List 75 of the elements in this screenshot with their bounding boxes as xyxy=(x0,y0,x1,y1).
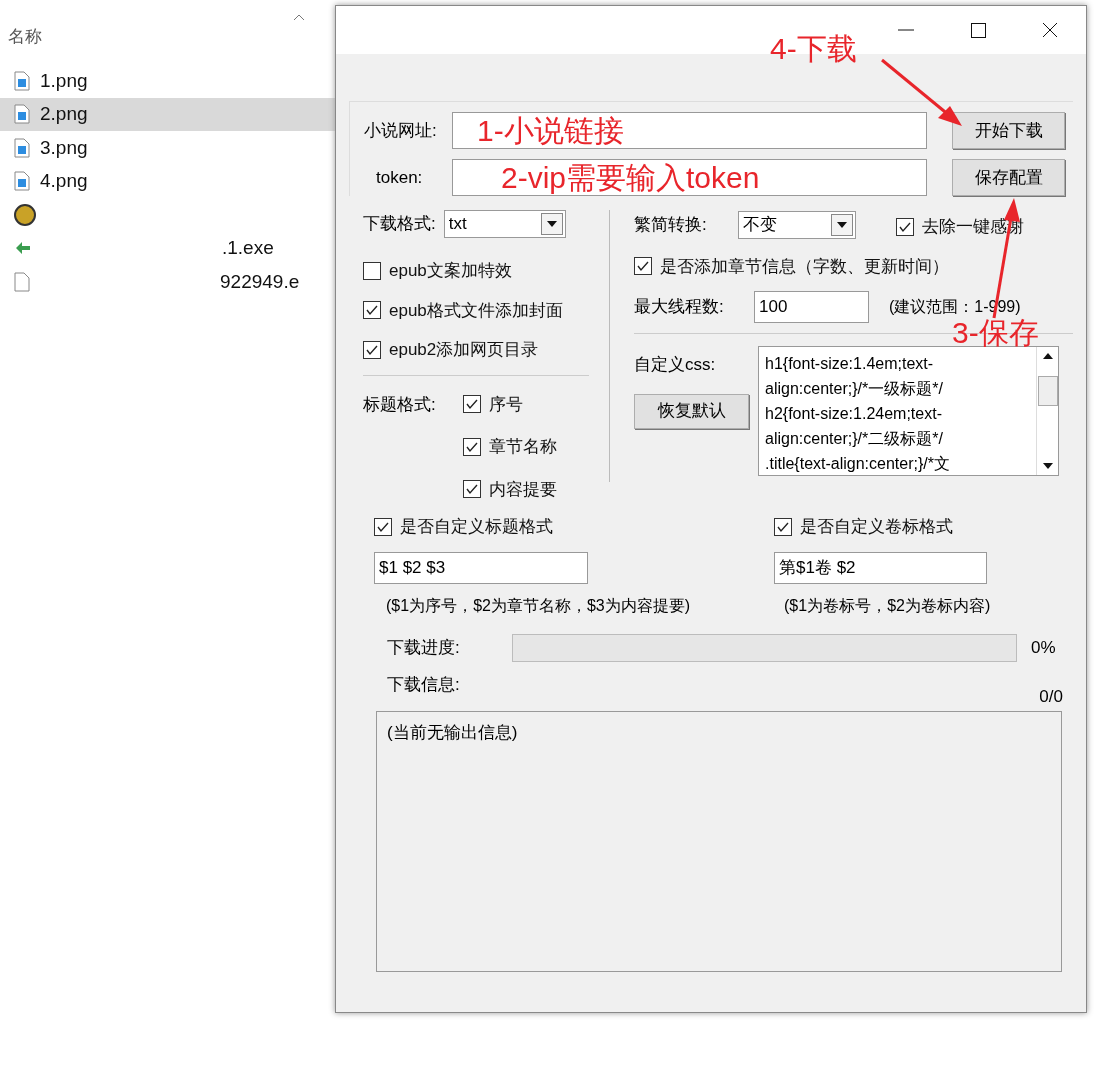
css-code-line: align:center;}/*二级标题*/ xyxy=(765,429,944,449)
token-input-field[interactable]: 2-vip需要输入token xyxy=(452,159,927,196)
volume-format-input-field[interactable]: 第$1卷 $2 xyxy=(774,551,987,584)
column-header[interactable]: 名称 xyxy=(8,24,42,50)
css-code-line: .title{text-align:center;}/*文 xyxy=(765,454,951,474)
progress-percent: 0% xyxy=(1031,636,1056,659)
checkbox[interactable]: epub2添加网页目录 xyxy=(363,337,589,363)
maximize-icon xyxy=(970,22,986,38)
sort-caret-icon xyxy=(293,14,305,21)
check-icon xyxy=(899,220,911,233)
image-file-icon xyxy=(14,104,30,125)
dropdown[interactable]: txt xyxy=(443,210,566,238)
url-label: 小说网址: xyxy=(364,119,438,142)
check-icon xyxy=(777,520,789,533)
annotation-text: 4-下载 xyxy=(770,34,857,64)
file-icon xyxy=(14,271,30,292)
dropdown[interactable]: 不变 xyxy=(738,210,856,239)
button[interactable]: 保存配置 xyxy=(952,159,1065,196)
file-row[interactable]: 922949.e xyxy=(0,265,335,299)
minimize-icon xyxy=(898,29,914,31)
button[interactable]: 开始下载 xyxy=(952,112,1065,149)
progress-label: 下载进度: xyxy=(387,636,461,659)
token-label: token: xyxy=(375,166,424,189)
css-label: 自定义css: xyxy=(634,354,717,376)
close-icon xyxy=(1042,22,1058,38)
file-row[interactable]: 2.png xyxy=(0,97,335,131)
title-format-hint: ($1为序号，$2为章节名称，$3为内容提要) xyxy=(386,595,692,616)
title-format-input-field[interactable]: $1 $2 $3 xyxy=(374,551,588,584)
file-row[interactable]: 3.png xyxy=(0,131,335,165)
file-row[interactable]: .1.exe xyxy=(0,231,335,265)
check-icon xyxy=(637,260,649,273)
css-text-area[interactable]: h1{font-size:1.4em;text- align:center;}/*一级标题*/ h2{font-size:1.24em;text- align:center;}/*二级标题*/ .title{text-align:center;}/*文 xyxy=(758,346,1059,476)
checkbox[interactable]: 章节名称 xyxy=(463,434,557,460)
threads-input-field[interactable]: 100 xyxy=(754,291,869,323)
checkbox[interactable]: 内容提要 xyxy=(463,476,557,502)
checkbox[interactable]: 是否自定义卷标格式 xyxy=(774,514,991,540)
annotation-text: 1-小说链接 xyxy=(477,115,624,146)
check-icon xyxy=(366,343,378,356)
checkbox[interactable]: 是否添加章节信息（字数、更新时间） xyxy=(634,253,1073,279)
threads-label: 最大线程数: xyxy=(634,296,725,319)
checkbox[interactable]: 序号 xyxy=(463,391,557,417)
output-text: (当前无输出信息) xyxy=(387,723,518,742)
conversion-label: 繁简转换: xyxy=(634,214,708,236)
annotation-text: 2-vip需要输入token xyxy=(501,162,760,193)
image-file-icon xyxy=(14,70,30,91)
css-code-line: h2{font-size:1.24em;text- xyxy=(765,404,943,424)
check-icon xyxy=(466,398,478,411)
dropdown-arrow-icon xyxy=(546,221,557,227)
check-icon xyxy=(377,520,389,533)
info-label: 下载信息: xyxy=(387,673,460,696)
app-icon xyxy=(14,203,36,226)
scrollbar[interactable] xyxy=(1036,347,1058,475)
file-row[interactable]: 1.png xyxy=(0,64,335,98)
scroll-down-icon xyxy=(1042,463,1053,469)
css-code-line: h1{font-size:1.4em;text- xyxy=(765,354,935,374)
image-file-icon xyxy=(14,171,30,192)
file-row[interactable]: 4.png xyxy=(0,164,335,198)
dropdown-arrow-icon xyxy=(837,221,847,228)
check-icon xyxy=(366,304,378,317)
scroll-thumb[interactable] xyxy=(1037,376,1058,406)
scroll-up-icon xyxy=(1042,353,1053,359)
button[interactable]: 恢复默认 xyxy=(634,393,749,429)
check-icon xyxy=(466,440,478,453)
annotation-text: 3-保存 xyxy=(952,318,1039,348)
checkbox[interactable]: epub格式文件添加封面 xyxy=(363,297,589,323)
image-file-icon xyxy=(14,137,30,158)
checkbox[interactable]: epub文案加特效 xyxy=(363,258,589,284)
title-format-label: 标题格式: xyxy=(363,393,437,416)
css-code-line: align:center;}/*一级标题*/ xyxy=(765,379,944,399)
volume-format-hint: ($1为卷标号，$2为卷标内容) xyxy=(784,595,991,616)
url-input-field[interactable]: 1-小说链接 xyxy=(452,112,927,149)
info-count: 0/0 xyxy=(1039,685,1063,708)
check-icon xyxy=(466,483,478,496)
format-label: 下载格式: xyxy=(363,213,436,236)
checkbox[interactable]: 是否自定义标题格式 xyxy=(374,514,774,540)
